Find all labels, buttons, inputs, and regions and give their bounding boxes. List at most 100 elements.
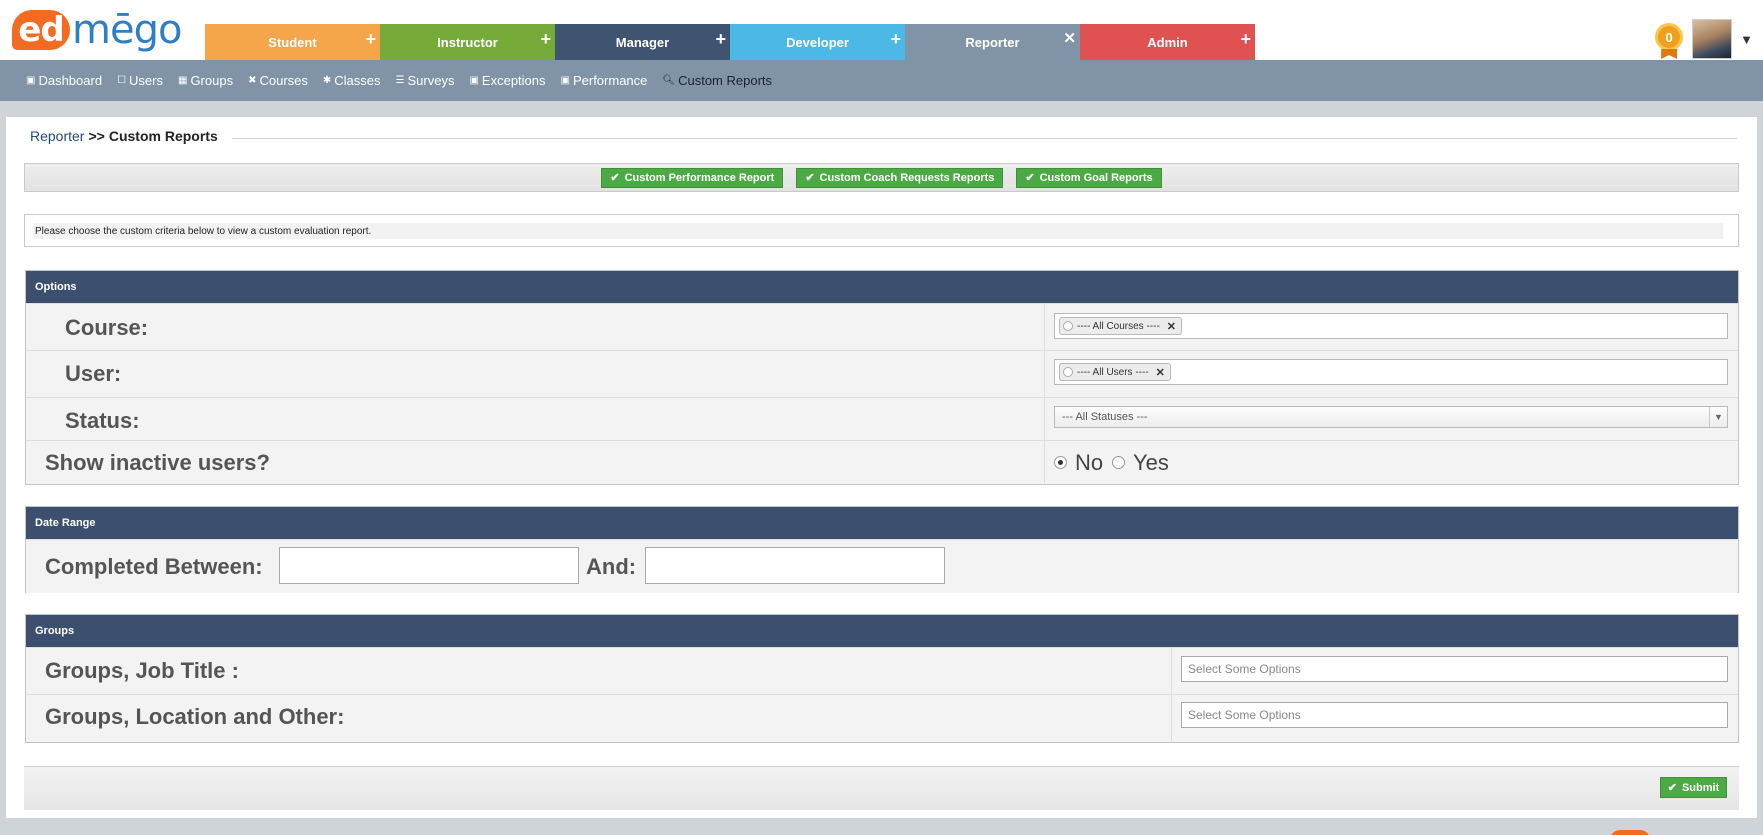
chevron-down-icon[interactable]: ▼ — [1740, 32, 1753, 47]
course-row: Course: ---- All Courses ---- ✕ — [26, 303, 1738, 350]
nav-item-groups[interactable]: ▦ Groups — [178, 73, 233, 88]
status-select-value: --- All Statuses --- — [1062, 411, 1148, 423]
nav-item-label: Custom Reports — [678, 73, 773, 88]
close-icon[interactable]: ✕ — [1167, 320, 1176, 333]
inactive-no-label[interactable]: No — [1075, 450, 1103, 476]
close-icon[interactable]: ✕ — [1063, 30, 1076, 48]
surveys-icon: ☰ — [395, 75, 405, 86]
instructions-text: Please choose the custom criteria below … — [35, 226, 372, 237]
custom-performance-report-button[interactable]: ✔ Custom Performance Report — [601, 167, 784, 188]
plus-icon[interactable]: + — [365, 30, 376, 48]
plus-icon[interactable]: + — [540, 30, 551, 48]
button-label: Custom Goal Reports — [1039, 171, 1153, 184]
classes-icon: ✱ — [322, 75, 332, 86]
groups-panel-header: Groups — [26, 615, 1738, 647]
role-tab-instructor[interactable]: Instructor + — [380, 24, 555, 60]
dashboard-icon: ▣ — [26, 75, 36, 86]
status-label: Status: — [65, 408, 140, 433]
options-panel: Options Course: ---- All Courses ---- ✕ … — [25, 270, 1739, 485]
inactive-yes-label[interactable]: Yes — [1133, 450, 1169, 476]
role-tab-student[interactable]: Student + — [205, 24, 380, 60]
inactive-users-row: Show inactive users? No Yes — [26, 440, 1738, 483]
user-menu[interactable]: 0 ▼ — [1654, 18, 1753, 60]
course-tag: ---- All Courses ---- ✕ — [1059, 317, 1182, 335]
logo-ed-mark: ed — [12, 10, 70, 50]
nav-item-label: Courses — [259, 73, 308, 88]
and-label: And: — [586, 554, 637, 579]
column-divider — [1171, 695, 1172, 741]
groups-job-title-row: Groups, Job Title : Select Some Options — [26, 647, 1738, 694]
award-badge-icon[interactable]: 0 — [1654, 19, 1684, 59]
breadcrumb-separator: >> — [88, 128, 105, 144]
inactive-no-radio[interactable] — [1054, 456, 1067, 469]
button-label: Custom Performance Report — [624, 171, 775, 184]
nav-item-custom-reports[interactable]: 🔍︎ Custom Reports — [662, 73, 772, 88]
nav-item-classes[interactable]: ✱ Classes — [323, 73, 381, 88]
groups-job-title-multiselect[interactable]: Select Some Options — [1181, 656, 1728, 682]
groups-location-label: Groups, Location and Other: — [45, 704, 345, 729]
avatar[interactable] — [1692, 19, 1733, 59]
nav-item-dashboard[interactable]: ▣ Dashboard — [26, 73, 102, 88]
close-icon[interactable]: ✕ — [1156, 366, 1165, 379]
nav-item-courses[interactable]: ✖ Courses — [248, 73, 308, 88]
nav-item-label: Users — [129, 73, 163, 88]
logo-wordmark: mēgo — [72, 7, 182, 53]
role-tab-label: Reporter — [965, 34, 1020, 50]
role-tab-manager[interactable]: Manager + — [555, 24, 730, 60]
nav-item-label: Classes — [334, 73, 381, 88]
tag-handle-icon — [1063, 321, 1073, 331]
nav-item-label: Exceptions — [481, 73, 546, 88]
role-tab-label: Instructor — [437, 34, 498, 50]
nav-item-label: Groups — [190, 73, 234, 88]
user-tag-label: ---- All Users ---- — [1077, 366, 1149, 378]
role-tab-label: Manager — [615, 34, 670, 50]
top-bar: ed mēgo Student + Instructor + Manager +… — [0, 0, 1763, 60]
status-select[interactable]: --- All Statuses --- ▼ — [1054, 406, 1728, 428]
groups-location-row: Groups, Location and Other: Select Some … — [26, 694, 1738, 741]
role-tab-developer[interactable]: Developer + — [730, 24, 905, 60]
role-tab-admin[interactable]: Admin + — [1080, 24, 1255, 60]
submit-button[interactable]: ✔ Submit — [1660, 777, 1727, 798]
user-label: User: — [65, 361, 122, 386]
nav-item-exceptions[interactable]: ▣ Exceptions — [469, 73, 545, 88]
custom-goal-reports-button[interactable]: ✔ Custom Goal Reports — [1016, 167, 1162, 188]
groups-location-multiselect[interactable]: Select Some Options — [1181, 702, 1728, 728]
role-tab-reporter[interactable]: Reporter ✕ — [905, 24, 1080, 60]
help-chat-tab[interactable] — [1610, 830, 1650, 835]
performance-icon: ▣ — [560, 75, 570, 86]
column-divider — [1044, 398, 1045, 440]
tag-handle-icon — [1063, 367, 1073, 377]
role-tab-label: Developer — [786, 34, 849, 50]
plus-icon[interactable]: + — [890, 30, 901, 48]
user-tag: ---- All Users ---- ✕ — [1059, 363, 1171, 381]
groups-icon: ▦ — [177, 75, 188, 86]
role-tabs: Student + Instructor + Manager + Develop… — [205, 24, 1255, 60]
column-divider — [1044, 351, 1045, 397]
completed-start-date-input[interactable] — [279, 547, 579, 584]
course-multiselect[interactable]: ---- All Courses ---- ✕ — [1054, 313, 1728, 339]
nav-item-performance[interactable]: ▣ Performance — [561, 73, 648, 88]
chevron-down-icon: ▼ — [1709, 407, 1727, 427]
check-icon: ✔ — [1667, 782, 1677, 794]
breadcrumb-link-reporter[interactable]: Reporter — [30, 128, 84, 144]
completed-end-date-input[interactable] — [645, 547, 945, 584]
plus-icon[interactable]: + — [715, 30, 726, 48]
nav-item-surveys[interactable]: ☰ Surveys — [396, 73, 455, 88]
user-row: User: ---- All Users ---- ✕ — [26, 350, 1738, 397]
check-icon: ✔ — [1025, 172, 1035, 184]
inactive-yes-radio[interactable] — [1112, 456, 1125, 469]
breadcrumb-divider — [232, 138, 1737, 139]
custom-coach-requests-reports-button[interactable]: ✔ Custom Coach Requests Reports — [796, 167, 1004, 188]
plus-icon[interactable]: + — [1240, 30, 1251, 48]
reporter-nav-bar: ▣ Dashboard ☐ Users ▦ Groups ✖ Courses ✱… — [0, 60, 1763, 101]
breadcrumb-current: Custom Reports — [108, 128, 218, 144]
user-multiselect[interactable]: ---- All Users ---- ✕ — [1054, 359, 1728, 385]
course-label: Course: — [65, 315, 149, 340]
nav-item-label: Dashboard — [38, 73, 103, 88]
groups-panel: Groups Groups, Job Title : Select Some O… — [25, 614, 1739, 743]
role-tab-label: Admin — [1147, 34, 1188, 50]
nav-item-users[interactable]: ☐ Users — [117, 73, 163, 88]
check-icon: ✔ — [805, 172, 815, 184]
inactive-users-label: Show inactive users? — [45, 450, 270, 475]
edmego-logo[interactable]: ed mēgo — [12, 6, 182, 54]
